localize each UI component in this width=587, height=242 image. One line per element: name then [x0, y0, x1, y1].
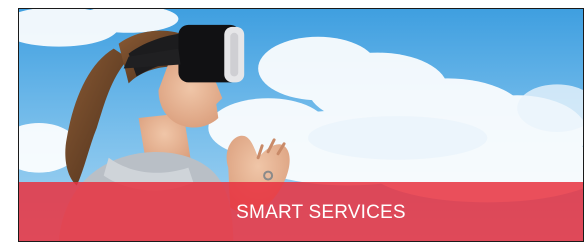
card-caption: SMART SERVICES — [236, 201, 406, 223]
caption-banner: SMART SERVICES — [19, 182, 583, 241]
service-card[interactable]: SMART SERVICES — [18, 8, 584, 242]
